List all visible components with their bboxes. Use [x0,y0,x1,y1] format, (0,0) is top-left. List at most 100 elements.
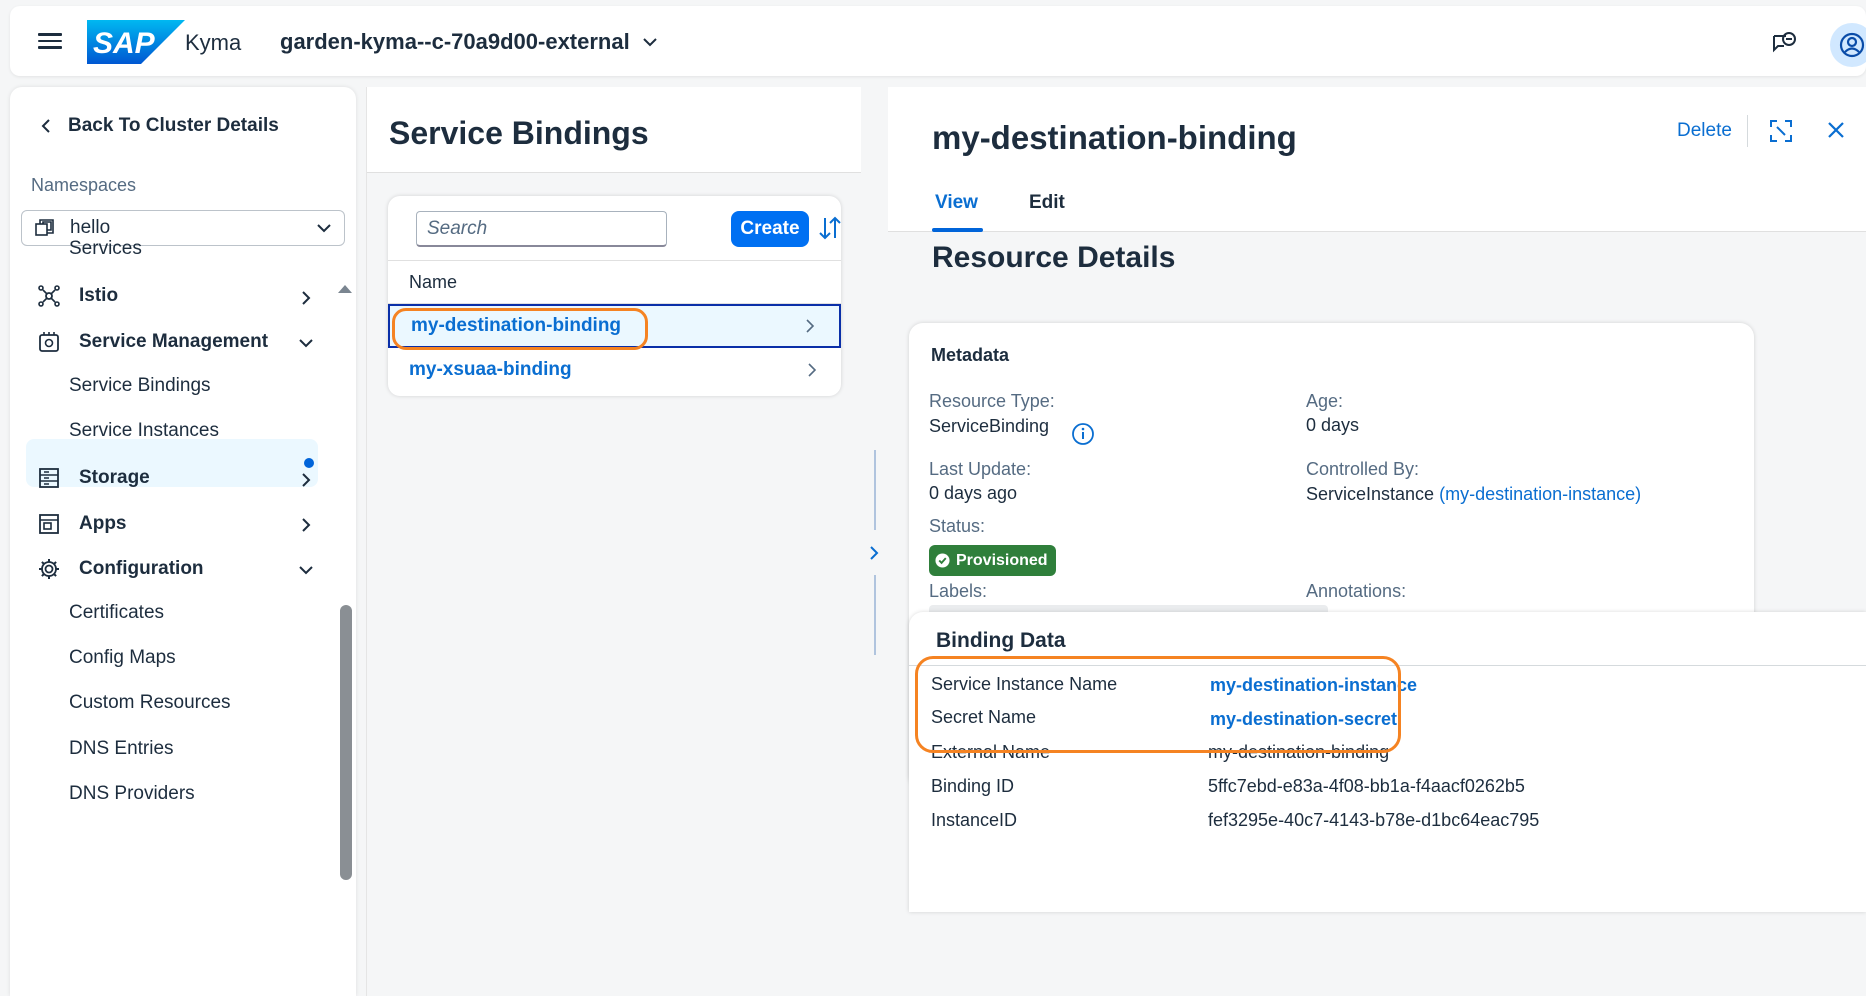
chevron-right-icon[interactable] [298,517,314,533]
sidebar-scrollbar[interactable] [340,605,352,880]
sidebar-item-label: Storage [79,467,150,488]
resource-type-value: ServiceBinding [929,416,1050,436]
user-icon [1839,32,1865,58]
sidebar-item-storage[interactable]: Storage [36,465,150,491]
check-circle-icon [935,553,950,568]
binding-name: my-destination-binding [411,315,622,336]
cluster-selector[interactable]: garden-kyma--c-70a9d00-external [280,29,658,55]
istio-icon [36,283,62,309]
shell-bar: SAP Kyma garden-kyma--c-70a9d00-external [10,6,1866,76]
delete-button[interactable]: Delete [1677,120,1732,142]
divider [909,665,1866,666]
sidebar-item-service-management[interactable]: Service Management [36,329,268,355]
gear-icon [36,556,62,582]
back-to-cluster-link[interactable]: Back To Cluster Details [40,115,279,137]
metadata-title: Metadata [931,345,1010,365]
active-indicator-dot [304,458,314,468]
sidebar-item-label: Configuration [79,558,204,579]
sidebar-item-dns-entries[interactable]: DNS Entries [69,738,174,760]
sidebar-item-service-instances[interactable]: Service Instances [69,420,219,442]
sort-icon[interactable] [816,214,841,242]
active-tab-indicator [932,228,983,232]
avatar[interactable] [1830,23,1866,67]
section-title: Resource Details [932,241,1176,274]
binding-key: External Name [931,742,1051,762]
sap-logo: SAP [87,20,185,64]
chevron-right-icon [808,363,817,377]
sidebar: Back To Cluster Details Namespaces hello… [10,87,356,996]
binding-value: 5ffc7ebd-e83a-4f08-bb1a-f4aacf0262b5 [1208,776,1525,796]
info-icon[interactable] [1071,422,1095,446]
status-label: Status: [929,516,986,536]
binding-key: InstanceID [931,810,1018,830]
chevron-right-icon[interactable] [866,543,882,563]
service-management-icon [36,329,62,355]
chevron-down-icon [643,38,657,47]
controlled-by-label: Controlled By: [1306,459,1420,479]
cluster-name: garden-kyma--c-70a9d00-external [280,29,630,54]
chevron-right-icon [806,319,815,333]
menu-icon[interactable] [38,29,62,53]
status-badge: Provisioned [929,545,1056,576]
search-input[interactable]: Search [416,211,667,247]
chevron-right-icon[interactable] [298,472,314,488]
sidebar-item-custom-resources[interactable]: Custom Resources [69,692,231,714]
highlight-outline [915,656,1401,753]
sidebar-item-label: Apps [79,513,127,534]
controlled-by-kind: ServiceInstance [1306,484,1435,504]
sidebar-item-label: DNS Entries [69,738,174,759]
sidebar-item-istio[interactable]: Istio [36,283,118,309]
binding-value: my-destination-binding [1208,742,1390,762]
detail-title: my-destination-binding [932,119,1297,156]
tab-edit[interactable]: Edit [1029,192,1065,214]
sidebar-item-label: Service Management [79,331,269,352]
feedback-icon[interactable] [1770,30,1798,58]
sidebar-item-label: Config Maps [69,647,176,668]
sidebar-item-config-maps[interactable]: Config Maps [69,647,176,669]
scroll-up-arrow[interactable] [338,285,352,293]
list-header: Service Bindings [367,87,861,173]
fullscreen-icon[interactable] [1768,118,1794,144]
binding-name: my-xsuaa-binding [409,359,572,380]
sidebar-item-configuration[interactable]: Configuration [36,556,204,582]
column-header-name[interactable]: Name [388,260,841,304]
last-update-label: Last Update: [929,459,1032,479]
chevron-right-icon[interactable] [298,290,314,306]
tab-view[interactable]: View [935,192,978,214]
apps-icon [36,511,62,537]
chevron-down-icon[interactable] [298,562,314,578]
page-title: Service Bindings [389,115,649,151]
age-label: Age: [1306,391,1344,411]
list-item[interactable]: my-destination-binding [388,304,841,350]
sidebar-item-apps[interactable]: Apps [36,511,127,537]
sidebar-item-label: Service Instances [69,420,219,441]
binding-value-link[interactable]: my-destination-secret [1210,709,1397,730]
sidebar-item-services[interactable]: Services [69,238,142,260]
last-update-value: 0 days ago [929,483,1018,503]
resource-type-label: Resource Type: [929,391,1055,411]
svg-text:SAP: SAP [93,27,156,60]
divider [874,575,876,655]
divider [1747,115,1748,147]
close-icon[interactable] [1825,119,1847,141]
binding-value: fef3295e-40c7-4143-b78e-d1bc64eac795 [1208,810,1540,830]
binding-value-link[interactable]: my-destination-instance [1210,675,1417,696]
sidebar-item-label: Certificates [69,602,165,623]
create-button[interactable]: Create [731,211,809,247]
controlled-by-link[interactable]: (my-destination-instance) [1439,484,1641,504]
sidebar-item-label: Services [69,238,142,259]
binding-data-card: Binding Data Service Instance Name my-de… [909,612,1866,912]
sidebar-item-label: Istio [79,285,119,306]
chevron-left-icon [41,119,50,133]
binding-key: Binding ID [931,776,1015,796]
chevron-down-icon[interactable] [298,335,314,351]
list-item[interactable]: my-xsuaa-binding [388,348,841,392]
namespace-icon [35,219,54,236]
detail-header: my-destination-binding Delete View Edit [888,87,1866,232]
sidebar-item-dns-providers[interactable]: DNS Providers [69,783,195,805]
sidebar-item-service-bindings[interactable]: Service Bindings [69,375,211,397]
bindings-list-card: Search Create Name my-destination-bindin… [388,196,841,396]
status-value: Provisioned [956,551,1048,569]
divider [874,450,876,530]
sidebar-item-certificates[interactable]: Certificates [69,602,164,624]
